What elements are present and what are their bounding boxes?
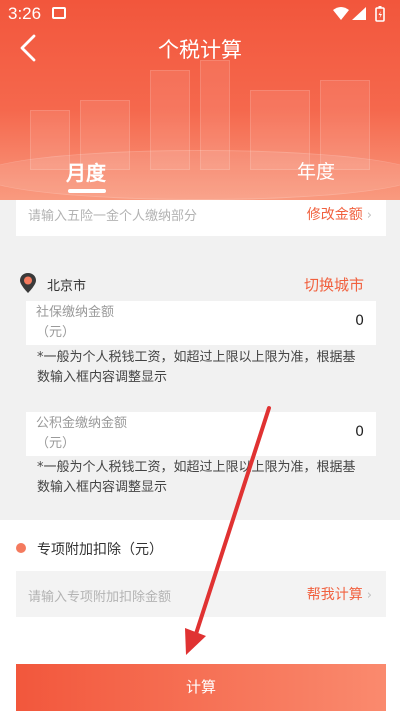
signal-icon [352, 7, 366, 20]
social-security-label-line2: （元） [36, 325, 76, 340]
system-status-icons [333, 6, 385, 22]
housing-fund-label: 公积金缴纳金额 （元） [36, 414, 127, 454]
special-deduction-title: 专项附加扣除（元） [37, 542, 163, 558]
status-time: 3:26 [8, 4, 42, 23]
special-deduction-placeholder: 请输入专项附加扣除金额 [28, 590, 172, 605]
section-bullet [16, 543, 26, 553]
header-banner: 3:26 个税计算 月度 年度 [0, 0, 400, 200]
chevron-right-icon: › [366, 588, 372, 603]
switch-city-link[interactable]: 切换城市 [304, 274, 364, 295]
tab-monthly[interactable]: 月度 [66, 157, 106, 186]
housing-fund-value[interactable]: 0 [355, 424, 364, 440]
social-security-label-line1: 社保缴纳金额 [36, 305, 115, 320]
housing-fund-input[interactable]: 公积金缴纳金额 （元） 0 [26, 412, 376, 456]
housing-fund-label-line2: （元） [36, 436, 76, 451]
help-calculate-link[interactable]: 帮我计算 › [307, 584, 372, 604]
insurance-input-row[interactable]: 请输入五险一金个人缴纳部分 修改金额 › [16, 200, 386, 236]
insurance-placeholder: 请输入五险一金个人缴纳部分 [28, 209, 198, 224]
modify-amount-label: 修改金额 [306, 207, 363, 223]
housing-fund-label-line1: 公积金缴纳金额 [36, 416, 128, 431]
image-icon [52, 7, 66, 19]
status-bar: 3:26 [0, 0, 400, 28]
help-calculate-label: 帮我计算 [306, 587, 363, 603]
platform-decoration [0, 150, 400, 200]
tab-yearly[interactable]: 年度 [297, 157, 335, 184]
social-security-input[interactable]: 社保缴纳金额 （元） 0 [26, 301, 376, 345]
social-security-label: 社保缴纳金额 （元） [36, 303, 114, 343]
social-security-note: *一般为个人税钱工资，如超过上限以上限为准，根据基数输入框内容调整显示 [37, 350, 356, 385]
housing-fund-note: *一般为个人税钱工资，如超过上限以上限为准，根据基数输入框内容调整显示 [37, 460, 356, 495]
chevron-right-icon: › [366, 208, 372, 223]
battery-icon [375, 6, 385, 22]
special-deduction-input[interactable]: 请输入专项附加扣除金额 帮我计算 › [16, 571, 386, 617]
location-pin-icon [20, 273, 36, 293]
social-security-value[interactable]: 0 [355, 313, 364, 329]
city-name: 北京市 [47, 279, 87, 294]
page-title: 个税计算 [158, 38, 242, 62]
active-tab-indicator [68, 189, 106, 193]
wifi-icon [333, 7, 349, 20]
calculate-button[interactable]: 计算 [16, 664, 386, 711]
modify-amount-link[interactable]: 修改金额 › [307, 204, 372, 224]
